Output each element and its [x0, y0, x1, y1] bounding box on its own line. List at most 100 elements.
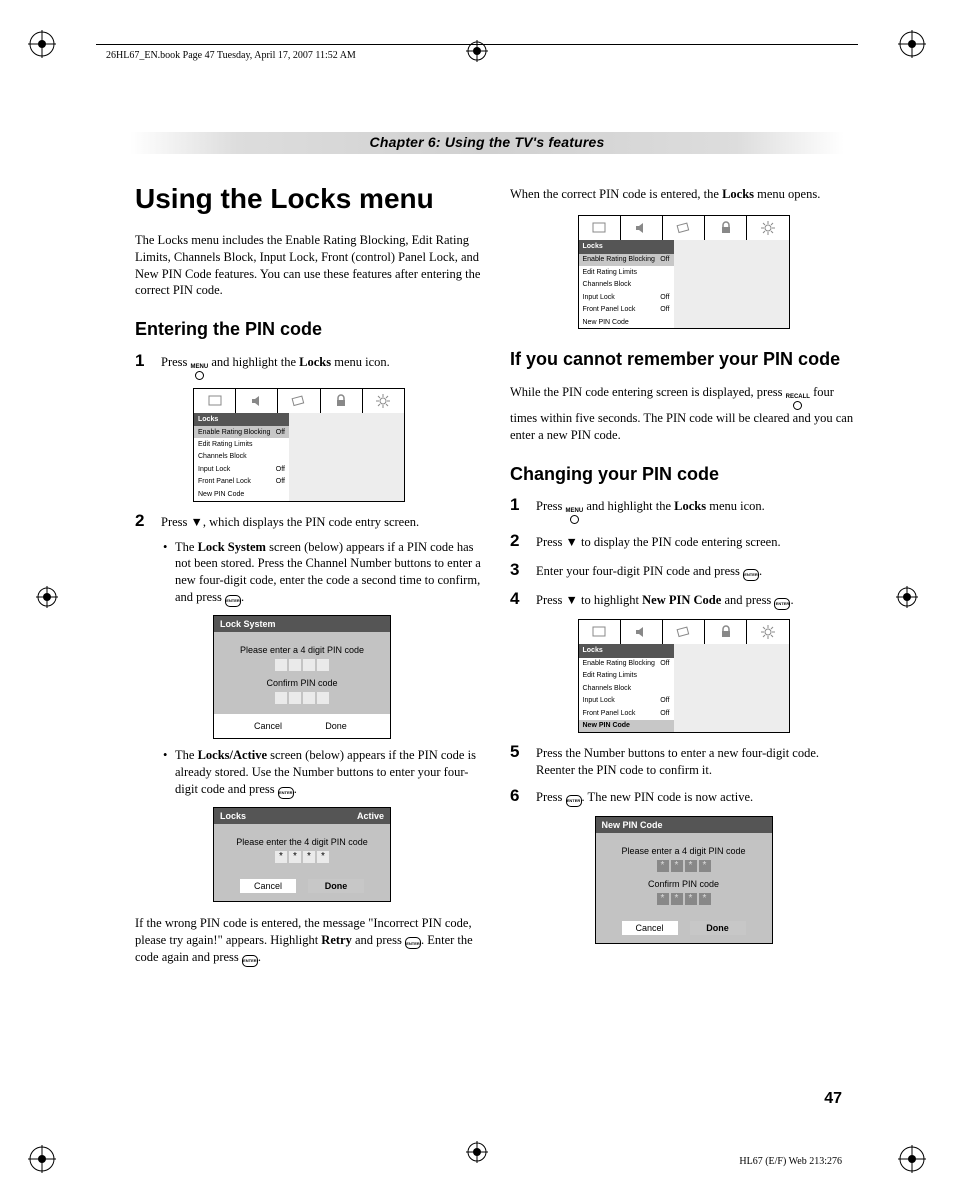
- subhead-forgot-pin: If you cannot remember your PIN code: [510, 347, 857, 371]
- r: Edit Rating Limits: [198, 440, 252, 449]
- step-text: Press ▼ to highlight New PIN Code and pr…: [536, 592, 857, 610]
- tab-setup-icon: [663, 216, 705, 240]
- tab-audio-icon: [621, 620, 663, 644]
- enter-button-icon: ENTER: [242, 955, 258, 967]
- r: New PIN Code: [583, 721, 630, 730]
- intro-para: The Locks menu includes the Enable Ratin…: [135, 232, 482, 300]
- step-text: Press ENTER. The new PIN code is now act…: [536, 789, 857, 807]
- subhead-change-pin: Changing your PIN code: [510, 462, 857, 486]
- tab-lock-icon: [705, 216, 747, 240]
- cstep-1: 1 Press MENU and highlight the Locks men…: [510, 494, 857, 524]
- r: Input Lock: [583, 696, 615, 705]
- bullet-text: The Lock System screen (below) appears i…: [175, 539, 482, 607]
- cancel-button: Cancel: [622, 921, 678, 935]
- cstep-3: 3 Enter your four-digit PIN code and pre…: [510, 559, 857, 582]
- step-1: 1 Press MENU and highlight the Locks men…: [135, 350, 482, 380]
- locks-open-para: When the correct PIN code is entered, th…: [510, 186, 857, 203]
- content: Using the Locks menu The Locks menu incl…: [135, 180, 857, 980]
- step-text: Press ▼ to display the PIN code entering…: [536, 534, 857, 551]
- locks-menu-list: Locks Enable Rating BlockingOff Edit Rat…: [579, 240, 674, 328]
- r: New PIN Code: [198, 490, 244, 499]
- v: Off: [276, 465, 285, 474]
- footer-text: HL67 (E/F) Web 213:276: [739, 1156, 842, 1167]
- t: Press: [536, 499, 566, 513]
- tab-setup-icon: [663, 620, 705, 644]
- t: Press: [536, 790, 566, 804]
- tab-lock-icon: [705, 620, 747, 644]
- v: Off: [660, 709, 669, 718]
- locks-menu-screenshot-2: Locks Enable Rating BlockingOff Edit Rat…: [578, 215, 790, 329]
- t: Locks: [674, 499, 706, 513]
- enter-button-icon: ENTER: [774, 598, 790, 610]
- page: 26HL67_EN.book Page 47 Tuesday, April 17…: [0, 0, 954, 1193]
- dialog-text: Please enter a 4 digit PIN code: [604, 845, 764, 857]
- dialog-text: Please enter the 4 digit PIN code: [222, 836, 382, 848]
- menu-button-icon: MENU: [191, 364, 209, 380]
- tab-picture-icon: [194, 389, 236, 413]
- step-text: Press MENU and highlight the Locks menu …: [536, 498, 857, 524]
- v: Off: [660, 696, 669, 705]
- crop-mark-tl: [28, 30, 56, 58]
- t: and press: [352, 933, 405, 947]
- new-pin-dialog: New PIN Code Please enter a 4 digit PIN …: [595, 816, 773, 945]
- r: Input Lock: [198, 465, 230, 474]
- header-line: [96, 44, 858, 45]
- t: The: [175, 748, 198, 762]
- dialog-title: New PIN Code: [602, 819, 663, 831]
- t: Locks: [722, 187, 754, 201]
- t: Locks: [299, 355, 331, 369]
- page-number: 47: [824, 1090, 842, 1108]
- locks-menu-screenshot-3: Locks Enable Rating BlockingOff Edit Rat…: [578, 619, 790, 733]
- done-button: Done: [690, 921, 746, 935]
- t: and highlight the: [583, 499, 674, 513]
- chapter-title: Chapter 6: Using the TV's features: [130, 132, 844, 154]
- tab-lock-icon: [321, 389, 363, 413]
- step-number: 2: [135, 510, 161, 533]
- locks-active-dialog: LocksActive Please enter the 4 digit PIN…: [213, 807, 391, 902]
- menu-button-icon: MENU: [566, 508, 584, 524]
- pin-entry-fields: [222, 659, 382, 671]
- enter-button-icon: ENTER: [225, 595, 241, 607]
- enter-button-icon: ENTER: [405, 937, 421, 949]
- step-number: 4: [510, 588, 536, 611]
- done-button: Done: [308, 719, 364, 733]
- step-number: 5: [510, 741, 536, 764]
- t: Enter your four-digit PIN code and press: [536, 564, 743, 578]
- r: Channels Block: [198, 452, 247, 461]
- tab-audio-icon: [621, 216, 663, 240]
- tab-picture-icon: [579, 216, 621, 240]
- v: Off: [660, 305, 669, 314]
- dialog-title: Locks: [220, 810, 246, 822]
- tab-picture-icon: [579, 620, 621, 644]
- pin-entry-fields: ****: [222, 851, 382, 863]
- t: . The new PIN code is now active.: [582, 790, 754, 804]
- dialog-text: Confirm PIN code: [222, 677, 382, 689]
- bullet-text: The Locks/Active screen (below) appears …: [175, 747, 482, 798]
- t: menu opens.: [754, 187, 820, 201]
- bullet-dot: •: [163, 539, 175, 607]
- step-number: 2: [510, 530, 536, 553]
- r: Front Panel Lock: [583, 305, 636, 314]
- header-path: 26HL67_EN.book Page 47 Tuesday, April 17…: [106, 50, 356, 61]
- step-text: Enter your four-digit PIN code and press…: [536, 563, 857, 581]
- step-number: 6: [510, 785, 536, 808]
- locks-menu-list: Locks Enable Rating BlockingOff Edit Rat…: [579, 644, 674, 732]
- cstep-4: 4 Press ▼ to highlight New PIN Code and …: [510, 588, 857, 611]
- v: Off: [660, 659, 669, 668]
- step-text: Press MENU and highlight the Locks menu …: [161, 354, 482, 380]
- pin-entry-fields: ****: [604, 860, 764, 872]
- t: and highlight the: [208, 355, 299, 369]
- cstep-2: 2 Press ▼ to display the PIN code enteri…: [510, 530, 857, 553]
- section-heading: Using the Locks menu: [135, 180, 482, 218]
- bullet-locks-active: • The Locks/Active screen (below) appear…: [163, 747, 482, 798]
- tab-settings-icon: [747, 216, 788, 240]
- menu-preview: [674, 240, 789, 328]
- r: Front Panel Lock: [198, 477, 251, 486]
- locks-menu-list: Locks Enable Rating BlockingOff Edit Rat…: [194, 413, 289, 501]
- registration-bottom: [466, 1141, 488, 1163]
- crop-mark-bl: [28, 1145, 56, 1173]
- step-number: 3: [510, 559, 536, 582]
- dialog-text: Please enter a 4 digit PIN code: [222, 644, 382, 656]
- bullet-dot: •: [163, 747, 175, 798]
- enter-button-icon: ENTER: [566, 795, 582, 807]
